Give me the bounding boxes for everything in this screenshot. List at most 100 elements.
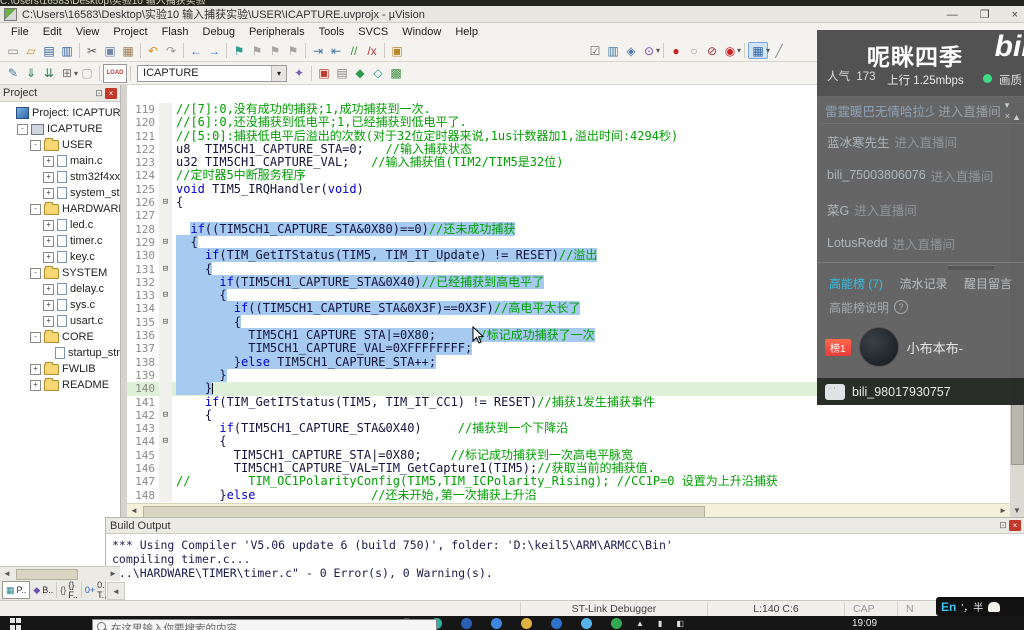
dropdown-arrow-icon[interactable]: ▾ [737, 46, 741, 55]
bookmark-toggle-icon[interactable]: ⚑ [230, 42, 248, 59]
tree-item-usart-c[interactable]: +usart.c [0, 313, 120, 329]
manage-components-icon[interactable]: ▣ [315, 65, 333, 82]
pack-installer-icon[interactable]: ▩ [387, 65, 405, 82]
menu-tools[interactable]: Tools [312, 25, 352, 39]
code-line[interactable]: 147// TIM_OC1PolarityConfig(TIM5,TIM_ICP… [127, 475, 1010, 488]
tree-item-USER[interactable]: -USER [0, 137, 120, 153]
breakpoint-enable-icon[interactable]: ○ [685, 42, 703, 59]
menu-debug[interactable]: Debug [196, 25, 242, 39]
tree-item-main-c[interactable]: +main.c [0, 153, 120, 169]
configure-wrench-icon[interactable]: ╱ [770, 42, 788, 59]
dropdown-arrow-icon[interactable]: ▾ [656, 46, 660, 55]
bookmark-clear-icon[interactable]: ⚑ [284, 42, 302, 59]
taskbar-search[interactable]: 在这里输入你要搜索的内容 [92, 619, 437, 630]
collapse-icon[interactable]: - [30, 204, 41, 215]
tray-chevron-icon[interactable]: ▲ [636, 619, 644, 628]
tree-item-delay-c[interactable]: +delay.c [0, 281, 120, 297]
app-icon-5[interactable] [521, 618, 532, 629]
undo-icon[interactable]: ↶ [144, 42, 162, 59]
vscroll-thumb[interactable] [1011, 403, 1024, 465]
tree-item-key-c[interactable]: +key.c [0, 249, 120, 265]
collapse-icon[interactable]: - [17, 124, 28, 135]
close-button[interactable]: × [1012, 9, 1018, 21]
tree-item-README[interactable]: +README [0, 377, 120, 393]
incremental-find-icon[interactable]: ◈ [622, 42, 640, 59]
save-all-icon[interactable]: ▥ [58, 42, 76, 59]
app-icon-7[interactable] [581, 618, 592, 629]
cut-icon[interactable]: ✂ [83, 42, 101, 59]
close-panel-icon[interactable]: × [105, 88, 117, 99]
minimize-button[interactable]: — [947, 9, 958, 21]
app-icon-3[interactable] [461, 618, 472, 629]
help-icon[interactable]: ? [894, 300, 908, 314]
chat-tab-流水记录[interactable]: 流水记录 [899, 275, 947, 292]
expand-icon[interactable]: + [30, 364, 41, 375]
comment-selection-icon[interactable]: // [345, 42, 363, 59]
tree-item-stm32f4xx-[interactable]: +stm32f4xx_ [0, 169, 120, 185]
tree-item-Project--ICAPTURE[interactable]: Project: ICAPTURE [0, 105, 120, 121]
file-extensions-icon[interactable]: ▤ [333, 65, 351, 82]
bookmark-prev-icon[interactable]: ⚑ [248, 42, 266, 59]
collapse-icon[interactable]: - [30, 140, 41, 151]
app-icon-8[interactable] [611, 618, 622, 629]
pin-icon[interactable]: ⊡ [997, 520, 1009, 531]
ime-punctuation[interactable]: '，半 [961, 599, 983, 614]
tree-item-FWLIB[interactable]: +FWLIB [0, 361, 120, 377]
chat-tab-醒目留言[interactable]: 醒目留言 [964, 275, 1012, 292]
menu-project[interactable]: Project [106, 25, 154, 39]
expand-icon[interactable]: + [43, 156, 54, 167]
rebuild-all-icon[interactable]: ⇊ [40, 65, 58, 82]
fold-margin[interactable]: ⊟ [159, 409, 172, 422]
menu-peripherals[interactable]: Peripherals [242, 25, 312, 39]
chat-tab-高能榜7[interactable]: 高能榜 (7) [829, 275, 883, 292]
copy-icon[interactable]: ▣ [101, 42, 119, 59]
tree-item-ICAPTURE[interactable]: -ICAPTURE [0, 121, 120, 137]
chevron-down-icon[interactable]: ▾ [271, 66, 286, 81]
target-select[interactable]: ICAPTURE▾ [137, 65, 287, 82]
expand-icon[interactable]: + [43, 316, 54, 327]
expand-icon[interactable]: + [43, 188, 54, 199]
code-line[interactable]: 148 }else //还未开始,第一次捕获上升沿 [127, 489, 1010, 502]
fold-margin[interactable]: ⊟ [159, 196, 172, 209]
dock-tab-P[interactable]: ▦P.. [2, 581, 30, 599]
download-flash-icon[interactable]: LOAD [103, 64, 127, 83]
collapse-icon[interactable]: - [30, 332, 41, 343]
menu-file[interactable]: File [4, 25, 36, 39]
find-in-files-icon[interactable]: ▥ [604, 42, 622, 59]
build-icon[interactable]: ⇓ [22, 65, 40, 82]
dock-tab-B[interactable]: ◆B.. [30, 582, 57, 598]
open-folder-icon[interactable]: ▱ [22, 42, 40, 59]
properties-icon[interactable]: ▣ [388, 42, 406, 59]
new-file-icon[interactable]: ▭ [4, 42, 22, 59]
expand-icon[interactable]: + [43, 252, 54, 263]
chat-scroll-up-icon[interactable]: ▲ [1012, 112, 1021, 122]
tree-item-SYSTEM[interactable]: -SYSTEM [0, 265, 120, 281]
stop-build-icon[interactable]: ▢ [78, 65, 96, 82]
pin-icon[interactable]: ⊡ [93, 88, 105, 99]
outdent-icon[interactable]: ⇤ [327, 42, 345, 59]
redo-icon[interactable]: ↷ [162, 42, 180, 59]
scroll-left-icon[interactable]: ◄ [0, 567, 14, 580]
collapse-icon[interactable]: - [30, 268, 41, 279]
uncomment-selection-icon[interactable]: /x [363, 42, 381, 59]
tree-item-sys-c[interactable]: +sys.c [0, 297, 120, 313]
ime-language[interactable]: En [941, 600, 956, 614]
fold-margin[interactable]: ⊟ [159, 263, 172, 276]
tree-item-led-c[interactable]: +led.c [0, 217, 120, 233]
window-layout-icon[interactable]: ▦ [748, 42, 768, 59]
verify-checkbox-icon[interactable]: ☑ [586, 42, 604, 59]
expand-icon[interactable]: + [43, 220, 54, 231]
target-options-icon[interactable]: ✦ [290, 65, 308, 82]
rank-help[interactable]: 高能榜说明? [817, 295, 1024, 319]
ime-indicator[interactable]: En '，半 [936, 597, 1024, 616]
menu-flash[interactable]: Flash [155, 25, 196, 39]
menu-edit[interactable]: Edit [36, 25, 69, 39]
menu-view[interactable]: View [69, 25, 107, 39]
code-line[interactable]: 144⊟ { [127, 435, 1010, 448]
dock-tab-F[interactable]: {}{} F.. [57, 582, 82, 598]
editor-hscrollbar[interactable]: ◄ ► [127, 503, 1010, 518]
scroll-down-icon[interactable]: ▼ [1010, 504, 1024, 517]
maximize-button[interactable]: ❐ [980, 8, 990, 21]
tray-battery-icon[interactable]: ▮ [658, 619, 662, 628]
breakpoint-insert-icon[interactable]: ● [667, 42, 685, 59]
